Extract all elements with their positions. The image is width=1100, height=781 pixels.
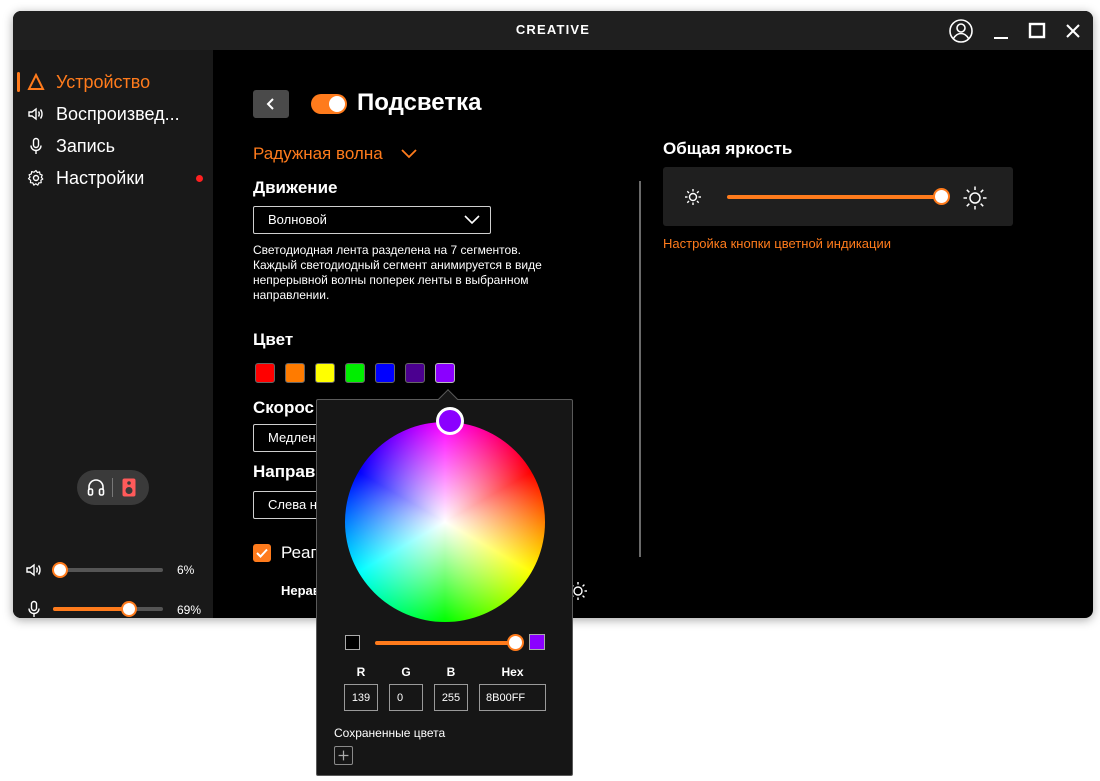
g-label: G	[401, 665, 411, 679]
sidebar: Устройство Воспроизвед... Запись Настрой…	[13, 50, 213, 618]
motion-select-value: Волновой	[268, 212, 327, 227]
color-brightness-slider[interactable]	[375, 641, 515, 645]
sidebar-item-playback[interactable]: Воспроизвед...	[13, 100, 213, 128]
sidebar-item-label: Устройство	[56, 72, 151, 92]
effect-description: Светодиодная лента разделена на 7 сегмен…	[253, 243, 542, 302]
reactive-checkbox-label: Реаг	[281, 543, 317, 562]
chevron-down-icon	[401, 149, 417, 159]
motion-label: Движение	[253, 178, 338, 197]
color-wheel[interactable]	[345, 422, 545, 622]
brightness-slider[interactable]	[727, 195, 941, 199]
checkmark-icon	[256, 548, 268, 558]
g-input[interactable]: 0	[389, 684, 423, 711]
mic-slider-fill	[53, 607, 129, 611]
sidebar-item-device[interactable]: Устройство	[13, 68, 213, 96]
volume-slider[interactable]	[51, 562, 163, 578]
mic-slider[interactable]	[53, 601, 163, 617]
divider	[112, 478, 113, 497]
mic-icon	[25, 600, 43, 618]
chevron-down-icon	[464, 215, 480, 225]
lighting-toggle[interactable]	[311, 94, 347, 114]
brightness-panel	[663, 167, 1013, 226]
r-input[interactable]: 139	[344, 684, 378, 711]
page-title: Подсветка	[357, 89, 482, 116]
device-icon	[27, 72, 45, 91]
toggle-knob	[329, 96, 345, 112]
hex-input[interactable]: 8B00FF	[479, 684, 546, 711]
saved-colors-label: Сохраненные цвета	[334, 726, 446, 740]
color-picker-popup: R G B Hex 139 0 255 8B00FF Сохраненные ц…	[316, 389, 573, 776]
sun-dim-icon	[683, 187, 703, 207]
sidebar-item-label: Воспроизвед...	[56, 104, 180, 124]
maximize-button[interactable]	[1023, 17, 1051, 45]
plus-icon	[338, 750, 349, 761]
active-indicator	[17, 72, 20, 92]
b-input[interactable]: 255	[434, 684, 468, 711]
color-swatch[interactable]	[405, 363, 425, 383]
microphone-icon	[27, 137, 45, 155]
volume-value: 6%	[177, 563, 195, 577]
account-icon[interactable]	[947, 17, 975, 45]
gear-icon	[27, 169, 45, 187]
color-brightness-handle[interactable]	[507, 634, 524, 651]
direction-label: Направ	[253, 462, 316, 481]
notification-dot	[196, 175, 203, 182]
black-swatch	[345, 635, 360, 650]
brightness-slider-handle[interactable]	[933, 188, 950, 205]
speed-select-value: Медлен	[268, 430, 316, 445]
color-label: Цвет	[253, 330, 294, 349]
brand-logo: CREATIVE	[515, 22, 591, 37]
selected-color-swatch	[529, 634, 545, 650]
sidebar-item-settings[interactable]: Настройки	[13, 164, 213, 192]
speaker-box-icon	[121, 477, 137, 498]
hex-label: Hex	[501, 665, 524, 679]
effect-dropdown[interactable]: Радужная волна	[253, 144, 417, 164]
mic-value: 69%	[177, 603, 202, 617]
color-swatch[interactable]	[345, 363, 365, 383]
output-device-toggle[interactable]	[77, 470, 149, 505]
color-swatch[interactable]	[435, 363, 455, 383]
title-bar: CREATIVE	[13, 11, 1093, 50]
close-button[interactable]	[1059, 17, 1087, 45]
mic-slider-handle[interactable]	[120, 601, 137, 617]
color-swatch[interactable]	[375, 363, 395, 383]
color-swatch[interactable]	[315, 363, 335, 383]
effect-dropdown-label: Радужная волна	[253, 144, 383, 163]
add-saved-color-button[interactable]	[334, 746, 353, 765]
minimize-button[interactable]	[987, 17, 1015, 45]
motion-select[interactable]: Волновой	[253, 206, 491, 234]
color-swatch[interactable]	[285, 363, 305, 383]
brightness-title: Общая яркость	[663, 139, 793, 158]
column-divider	[639, 181, 641, 557]
color-wheel-handle[interactable]	[436, 407, 464, 435]
direction-select-value: Слева н	[268, 497, 317, 512]
sidebar-item-recording[interactable]: Запись	[13, 132, 213, 160]
speaker-icon	[27, 105, 45, 123]
sun-bright-icon	[962, 185, 988, 211]
headphones-icon	[86, 477, 106, 497]
back-button[interactable]	[253, 90, 289, 118]
reactive-checkbox[interactable]	[253, 544, 271, 562]
volume-slider-handle[interactable]	[51, 562, 68, 578]
volume-icon	[25, 561, 43, 579]
r-label: R	[356, 665, 366, 679]
color-swatch[interactable]	[255, 363, 275, 383]
speed-label: Скорос	[253, 398, 314, 417]
b-label: B	[446, 665, 456, 679]
sidebar-item-label: Запись	[56, 136, 116, 156]
uneven-label: Нерав	[281, 583, 321, 598]
color-indicator-settings-link[interactable]: Настройка кнопки цветной индикации	[663, 236, 891, 251]
sidebar-item-label: Настройки	[56, 168, 145, 188]
